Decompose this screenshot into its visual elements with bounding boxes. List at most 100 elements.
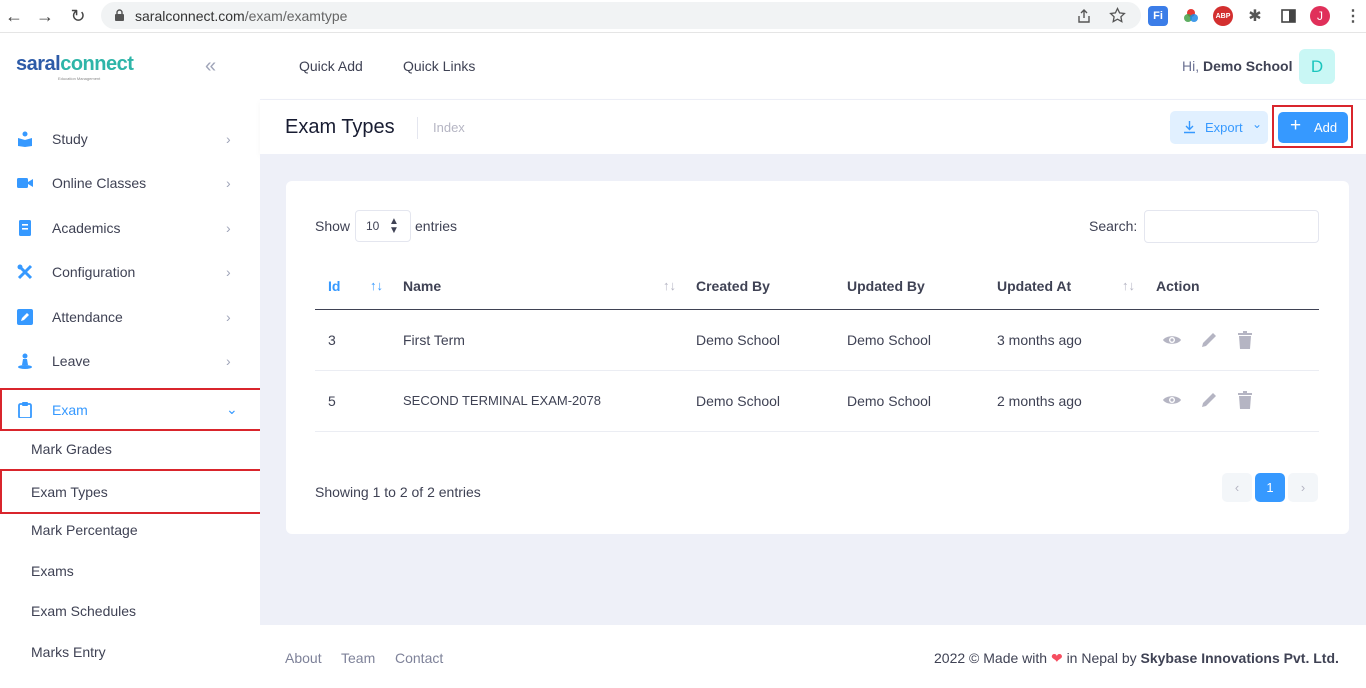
footer-copyright: 2022 © Made with ❤ in Nepal by Skybase I… — [934, 650, 1339, 667]
search-input[interactable] — [1144, 210, 1319, 243]
column-header-updated-at[interactable]: Updated At — [997, 278, 1071, 294]
sidebar-item-leave[interactable]: Leave › — [0, 339, 260, 383]
submenu-mark-percentage[interactable]: Mark Percentage — [0, 510, 260, 550]
submenu-exam-schedules[interactable]: Exam Schedules — [0, 591, 260, 631]
column-header-id[interactable]: Id — [328, 278, 340, 294]
delete-trash-icon[interactable] — [1235, 330, 1255, 350]
extension-fi-icon[interactable]: Fi — [1148, 6, 1168, 26]
cell-id: 3 — [328, 332, 336, 348]
submenu-exams[interactable]: Exams — [0, 551, 260, 591]
reload-icon[interactable]: ↻ — [66, 5, 90, 27]
cell-updated-at: 3 months ago — [997, 332, 1082, 348]
submenu-label: Exam Types — [31, 483, 108, 500]
top-header: Quick Add Quick Links Hi, Demo School D — [260, 33, 1366, 100]
extension-color-icon[interactable] — [1181, 6, 1201, 26]
footer-link-about[interactable]: About — [285, 650, 322, 666]
submenu-label: Exams — [31, 563, 74, 579]
footer: About Team Contact 2022 © Made with ❤ in… — [260, 625, 1366, 688]
plus-icon: + — [1290, 115, 1302, 136]
cell-updated-at: 2 months ago — [997, 393, 1082, 409]
chevron-right-icon: › — [226, 353, 231, 369]
notebook-icon — [19, 220, 31, 236]
sort-icon[interactable]: ↑↓ — [1122, 278, 1135, 293]
browser-menu-icon[interactable]: ⋮ — [1343, 6, 1363, 26]
download-icon — [1184, 121, 1195, 134]
sidebar-item-exam[interactable]: Exam ⌄ — [0, 388, 264, 431]
cell-created-by: Demo School — [696, 332, 781, 348]
pagination-prev-icon[interactable]: ‹ — [1222, 473, 1252, 502]
sort-icon[interactable]: ↑↓ — [663, 278, 676, 293]
submenu-label: Mark Grades — [31, 441, 112, 457]
sort-asc-icon[interactable]: ↑↓ — [370, 278, 383, 293]
cell-name: SECOND TERMINAL EXAM-2078 — [403, 393, 601, 408]
sidebar: saralconnect Education Management « Stud… — [0, 33, 264, 688]
company-link[interactable]: Skybase Innovations Pvt. Ltd. — [1141, 650, 1339, 666]
cell-updated-by: Demo School — [847, 332, 932, 348]
pagination-next-icon[interactable]: › — [1288, 473, 1318, 502]
side-panel-icon[interactable] — [1278, 6, 1298, 26]
forward-icon[interactable]: → — [33, 5, 57, 27]
sidebar-item-label: Online Classes — [52, 175, 147, 191]
bookmark-star-icon[interactable] — [1109, 7, 1126, 24]
person-icon — [18, 353, 32, 369]
delete-trash-icon[interactable] — [1235, 390, 1255, 410]
view-eye-icon[interactable] — [1162, 330, 1182, 350]
page-title: Exam Types — [285, 116, 395, 138]
pagination-page[interactable]: 1 — [1255, 473, 1285, 502]
cell-updated-by: Demo School — [847, 393, 932, 409]
address-bar[interactable]: saralconnect.com/exam/examtype — [101, 2, 1141, 29]
page-size-value: 10 — [366, 219, 380, 233]
column-header-action: Action — [1156, 278, 1200, 294]
column-header-updated-by[interactable]: Updated By — [847, 278, 925, 294]
lock-icon — [115, 9, 124, 21]
sidebar-item-label: Attendance — [52, 309, 123, 325]
submenu-label: Marks Entry — [31, 644, 106, 660]
sidebar-item-attendance[interactable]: Attendance › — [0, 295, 260, 339]
subheader: Exam Types Index Export ⌄ + Add — [260, 100, 1366, 154]
footer-link-team[interactable]: Team — [341, 650, 375, 666]
submenu-label: Mark Percentage — [31, 522, 138, 538]
profile-avatar[interactable]: J — [1310, 6, 1330, 26]
sidebar-item-study[interactable]: Study › — [0, 117, 260, 161]
cell-name: First Term — [403, 332, 465, 348]
cell-created-by: Demo School — [696, 393, 781, 409]
logo-main: saral — [16, 53, 61, 75]
user-greeting[interactable]: Hi, Demo School — [1182, 58, 1292, 74]
chevron-right-icon: › — [226, 175, 231, 191]
edit-box-icon — [17, 309, 33, 325]
column-header-created-by[interactable]: Created By — [696, 278, 770, 294]
edit-pencil-icon[interactable] — [1199, 330, 1219, 350]
book-reader-icon — [18, 131, 32, 147]
page-size-select[interactable]: 10 ▲ ▼ — [355, 210, 411, 242]
extensions-puzzle-icon[interactable]: ✱ — [1245, 6, 1265, 26]
edit-pencil-icon[interactable] — [1199, 390, 1219, 410]
add-button[interactable]: + Add — [1278, 112, 1348, 143]
submenu-marks-entry[interactable]: Marks Entry — [0, 632, 260, 672]
logo-accent: connect — [60, 53, 134, 75]
quick-links-link[interactable]: Quick Links — [403, 58, 475, 74]
submenu-exam-types[interactable]: Exam Types — [0, 469, 264, 514]
sidebar-item-academics[interactable]: Academics › — [0, 206, 260, 250]
select-arrows-icon: ▲ ▼ — [389, 216, 399, 236]
clipboard-icon — [18, 401, 32, 418]
collapse-sidebar-icon[interactable]: « — [205, 55, 216, 78]
logo[interactable]: saralconnect — [16, 53, 134, 76]
adblock-icon[interactable]: ABP — [1213, 6, 1233, 26]
exam-types-card: Show 10 ▲ ▼ entries Search: Id ↑↓ Name ↑↓ … — [286, 181, 1349, 534]
view-eye-icon[interactable] — [1162, 390, 1182, 410]
share-icon[interactable] — [1076, 8, 1092, 24]
column-header-name[interactable]: Name — [403, 278, 441, 294]
chevron-down-icon: ⌄ — [1252, 117, 1263, 131]
sidebar-item-label: Exam — [52, 401, 88, 418]
submenu-label: Exam Schedules — [31, 603, 137, 619]
back-icon[interactable]: ← — [2, 5, 26, 27]
sidebar-item-configuration[interactable]: Configuration › — [0, 250, 260, 294]
quick-add-link[interactable]: Quick Add — [299, 58, 363, 74]
submenu-mark-grades[interactable]: Mark Grades — [0, 429, 260, 469]
sidebar-item-online-classes[interactable]: Online Classes › — [0, 161, 260, 205]
export-button[interactable]: Export ⌄ — [1170, 111, 1268, 144]
user-avatar[interactable]: D — [1299, 49, 1335, 84]
user-name: Demo School — [1203, 58, 1293, 74]
video-camera-icon — [17, 178, 33, 188]
footer-link-contact[interactable]: Contact — [395, 650, 443, 666]
